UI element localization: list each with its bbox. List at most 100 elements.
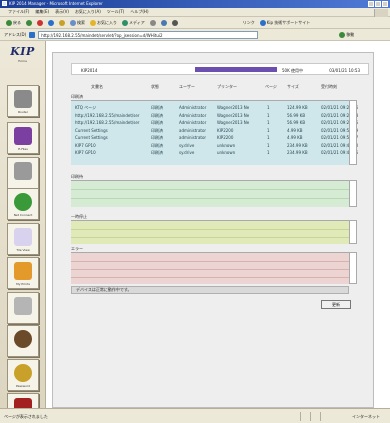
error-title: エラー — [71, 246, 83, 251]
sidebar-button-tile-view[interactable]: Tile View — [7, 223, 39, 255]
error-panel: エラー — [71, 246, 349, 284]
job-size: 4.99 KB — [287, 135, 303, 140]
job-state: 印刷済 — [151, 105, 163, 110]
media-button[interactable]: メディア — [122, 19, 145, 26]
col-document: 文書名 — [91, 84, 103, 89]
sidebar-button-router[interactable]: Router — [7, 85, 39, 117]
printer-icon — [14, 90, 32, 108]
sidebar-button-person[interactable] — [7, 325, 39, 357]
job-document: KTQ ページ — [75, 105, 97, 110]
media-icon — [122, 19, 128, 26]
menu-help[interactable]: ヘルプ(H) — [130, 9, 148, 15]
job-document: KIP7 GP10 — [75, 150, 96, 155]
favorites-button[interactable]: お気に入り — [90, 19, 117, 26]
error-scrollbar[interactable] — [349, 252, 357, 284]
ie-icon — [2, 1, 7, 6]
menu-edit[interactable]: 編集(E) — [35, 9, 49, 15]
maximize-button[interactable] — [375, 1, 381, 7]
close-button[interactable] — [382, 1, 388, 7]
back-button[interactable]: 戻る — [6, 19, 21, 26]
job-state: 印刷済 — [151, 135, 163, 140]
status-bar: ページが表示されました インターネット — [0, 408, 390, 423]
stop-icon[interactable] — [37, 19, 43, 26]
menu-favorites[interactable]: お気に入り(A) — [75, 9, 101, 15]
minimize-button[interactable] — [368, 1, 374, 7]
job-size: 4.99 KB — [287, 127, 303, 133]
col-received: 受付時刻 — [321, 84, 337, 89]
go-button[interactable]: 移動 — [339, 31, 354, 38]
temp-panel: 一時停止 — [71, 214, 349, 244]
home-icon[interactable] — [59, 19, 65, 26]
device-message: デバイスは正常に動作中です。 — [71, 286, 349, 294]
table-row[interactable]: Current Settings 印刷済 administrator KIP2200 1… — [71, 127, 358, 134]
temp-scrollbar[interactable] — [349, 220, 357, 244]
col-pages: ページ — [265, 84, 277, 89]
col-printer: プリンター — [217, 84, 237, 89]
search-button[interactable]: 検索 — [70, 19, 85, 26]
job-printer: KIP2200 — [217, 127, 234, 133]
job-size: 234.99 KB — [287, 142, 308, 148]
menu-view[interactable]: 表示(V) — [55, 9, 69, 15]
support-site-link[interactable]: Kip 技術サポートサイト — [259, 19, 310, 26]
job-user: Administrator — [179, 112, 207, 118]
job-size: 56.99 KB — [287, 120, 306, 125]
sidebar-button-my-prints[interactable]: My Prints — [7, 257, 39, 289]
job-printer: Wagner2013 Ne — [217, 105, 250, 110]
job-user: administrator — [179, 127, 207, 133]
menu-tools[interactable]: ツール(T) — [107, 9, 125, 15]
printing-title: 印刷済 — [71, 94, 83, 99]
printing-scrollbar[interactable] — [349, 100, 357, 165]
job-user: sy.drive — [179, 142, 195, 148]
col-state: 状態 — [151, 84, 159, 89]
sidebar-button-ruler[interactable] — [7, 292, 39, 324]
job-document: Current Settings — [75, 127, 108, 133]
refresh-button[interactable]: 更新 — [321, 300, 351, 309]
job-size: 56.99 KB — [287, 112, 306, 118]
search-icon — [70, 19, 76, 26]
links-button[interactable]: リンク — [243, 20, 255, 26]
sidebar-button-net-connect[interactable]: Net Connect — [7, 188, 39, 220]
table-row[interactable]: http://192.168.2.55/maindet/ser 印刷済 Admini… — [71, 119, 358, 126]
job-printer: Wagner2013 Ne — [217, 112, 250, 118]
address-input[interactable]: http://192.168.2.55/maindet/servlet/?op_… — [38, 30, 259, 39]
menu-bar: ファイル(F) 編集(E) 表示(V) お気に入り(A) ツール(T) ヘルプ(… — [0, 8, 390, 17]
table-row[interactable]: KIP7 GP10 印刷済 sy.drive unknown 1 234.99 KB 02/… — [71, 142, 358, 149]
sidebar-button-password[interactable]: Password — [7, 359, 39, 391]
job-size: 234.99 KB — [287, 150, 308, 155]
job-state: 印刷済 — [151, 142, 163, 148]
printing-panel: 印刷済 KTQ ページ 印刷済 Administrator Wagner2013 Ne… — [71, 94, 358, 165]
job-document: http://192.168.2.55/maindet/ser — [75, 120, 140, 125]
print-icon[interactable] — [171, 19, 178, 26]
history-icon[interactable] — [149, 19, 156, 26]
document-icon — [14, 228, 32, 246]
table-row[interactable]: KTQ ページ 印刷済 Administrator Wagner2013 Ne 1 124… — [71, 104, 358, 111]
job-user: sy.drive — [179, 150, 195, 155]
folder-icon — [14, 262, 32, 280]
job-printer: KIP2200 — [217, 135, 234, 140]
job-printer: unknown — [217, 142, 236, 148]
held-scrollbar[interactable] — [349, 180, 357, 207]
kip-logo[interactable]: KIP Home — [4, 45, 41, 67]
sidebar-button-efiles[interactable]: E-Files — [7, 122, 39, 154]
forward-arrow-icon[interactable] — [26, 19, 32, 26]
status-left: ページが表示されました — [4, 414, 48, 419]
address-label: アドレス(D) — [4, 31, 27, 37]
table-row[interactable]: http://192.168.2.55/maindet/ser 印刷済 Admini… — [71, 112, 358, 119]
header-datetime: 03/01/21 10:53 — [329, 68, 360, 73]
printer-name: KIP2014 — [81, 68, 98, 73]
table-row[interactable]: Current Settings 印刷済 administrator KIP2200 1… — [71, 134, 358, 141]
job-size: 124.99 KB — [287, 105, 308, 110]
refresh-icon[interactable] — [48, 19, 54, 26]
job-document: Current Settings — [75, 135, 108, 140]
sidebar-button-tool[interactable] — [7, 157, 39, 189]
star-icon — [90, 19, 96, 26]
window-controls — [368, 1, 388, 7]
mail-icon[interactable] — [160, 19, 167, 26]
key-icon — [14, 364, 32, 382]
job-pages: 1 — [267, 105, 270, 110]
col-user: ユーザー — [179, 84, 195, 89]
pen-icon — [14, 127, 32, 145]
table-row[interactable]: KIP7 GP10 印刷済 sy.drive unknown 1 234.99 KB 02/… — [71, 149, 358, 156]
job-state: 印刷済 — [151, 127, 163, 133]
menu-file[interactable]: ファイル(F) — [8, 9, 29, 15]
